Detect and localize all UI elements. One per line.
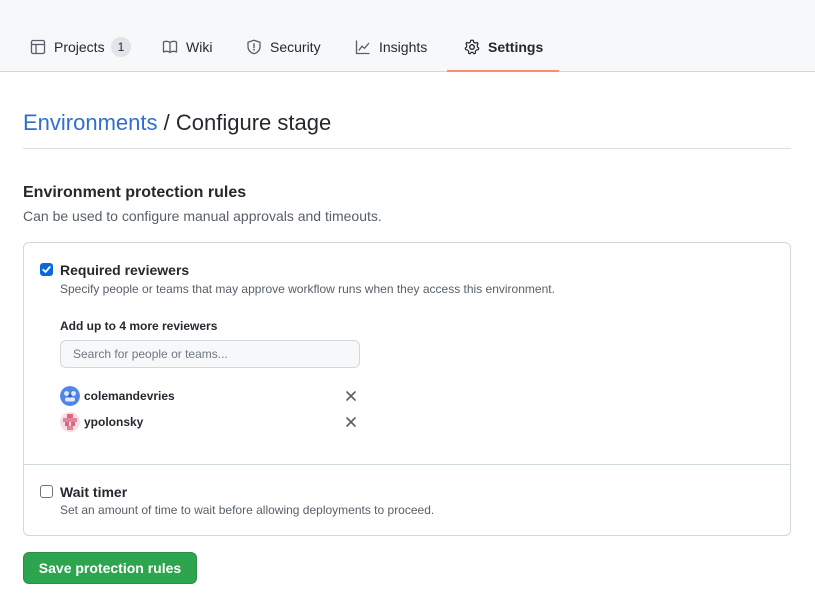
reviewer-name: colemandevries <box>84 389 175 403</box>
section-title: Environment protection rules <box>23 184 247 201</box>
header-divider <box>23 148 791 149</box>
remove-reviewer-close-icon[interactable] <box>342 413 360 431</box>
tab-projects[interactable]: Projects 1 <box>30 24 132 71</box>
blue-identicon-icon <box>60 386 80 406</box>
breadcrumb-separator: / <box>163 110 170 135</box>
graph-icon <box>355 40 370 55</box>
required-reviewers-label: Required reviewers <box>60 262 190 278</box>
wait-timer-label: Wait timer <box>60 484 128 500</box>
tab-insights-label: Insights <box>379 39 428 55</box>
page-title-text: Configure stage <box>175 110 332 135</box>
tab-projects-label: Projects <box>54 39 105 55</box>
tab-wiki-label: Wiki <box>186 39 213 55</box>
tab-settings-label: Settings <box>488 39 544 55</box>
repo-nav: Projects 1 Wiki Security Insights Settin… <box>0 0 815 72</box>
wait-timer-description: Set an amount of time to wait before all… <box>60 503 435 517</box>
check-icon <box>42 266 51 273</box>
reviewer-name: ypolonsky <box>84 415 144 429</box>
remove-reviewer-close-icon[interactable] <box>342 387 360 405</box>
tab-insights[interactable]: Insights <box>355 24 427 71</box>
pink-identicon-icon <box>60 412 80 432</box>
reviewer-item: colemandevries <box>60 386 360 406</box>
save-protection-rules-button[interactable]: Save protection rules <box>23 552 197 584</box>
add-reviewers-label: Add up to 4 more reviewers <box>60 319 218 333</box>
tab-security[interactable]: Security <box>246 24 321 71</box>
table-icon <box>30 39 46 55</box>
shield-icon <box>247 39 261 55</box>
tab-wiki[interactable]: Wiki <box>162 24 212 71</box>
reviewer-search-input[interactable] <box>60 340 360 368</box>
rule-divider <box>24 464 790 465</box>
projects-counter: 1 <box>110 37 132 57</box>
avatar <box>60 386 80 406</box>
reviewer-item: ypolonsky <box>60 412 360 432</box>
required-reviewers-description: Specify people or teams that may approve… <box>60 282 555 296</box>
tab-security-label: Security <box>270 39 321 55</box>
section-description: Can be used to configure manual approval… <box>23 208 382 224</box>
required-reviewers-checkbox[interactable] <box>40 263 53 276</box>
gear-icon <box>464 39 480 55</box>
tab-settings[interactable]: Settings <box>446 24 560 72</box>
book-icon <box>162 40 178 54</box>
breadcrumb-environments-link[interactable]: Environments <box>23 110 158 135</box>
wait-timer-checkbox[interactable] <box>40 485 53 498</box>
avatar <box>60 412 80 432</box>
page-title: Environments / Configure stage <box>23 108 331 138</box>
protection-rules-box: Required reviewers Specify people or tea… <box>23 242 791 536</box>
